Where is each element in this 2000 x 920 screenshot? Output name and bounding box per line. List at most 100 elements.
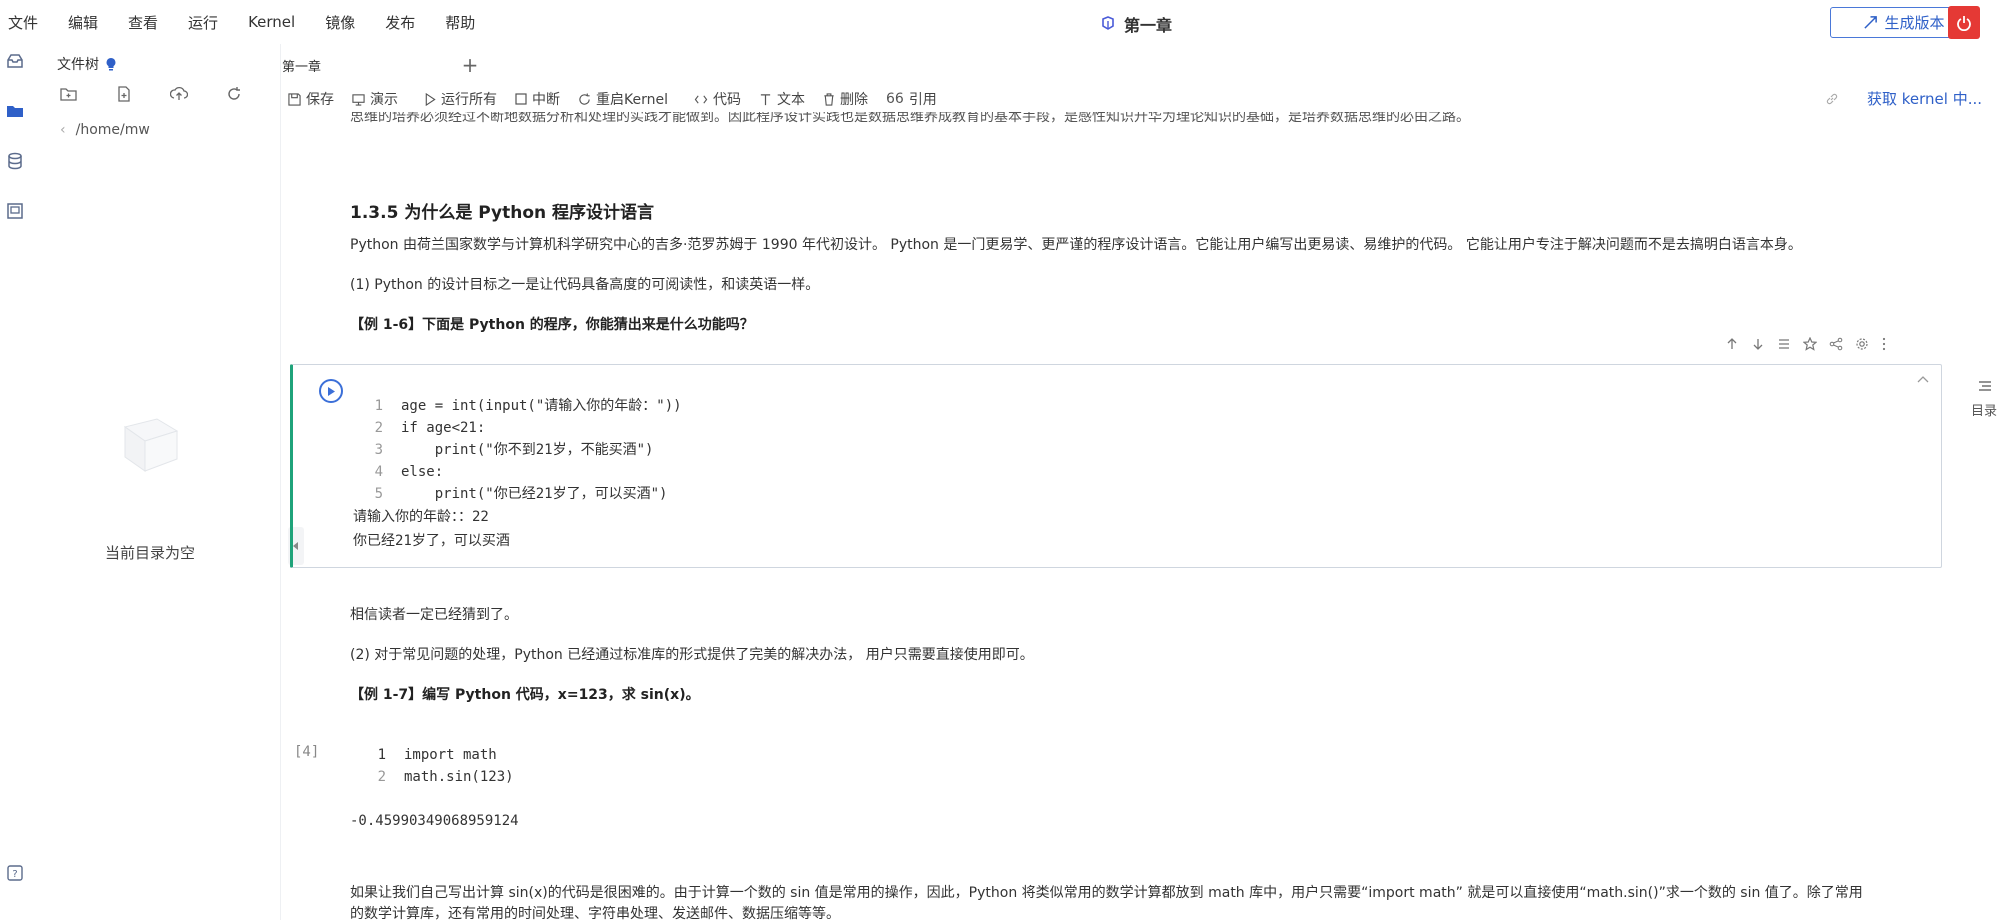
math-library-paragraph-line2: 的数学计算库，还有常用的时间处理、字符串处理、发送邮件、数据压缩等等。 xyxy=(350,906,840,920)
upload-icon[interactable] xyxy=(170,86,188,102)
menu-image[interactable]: 镜像 xyxy=(325,12,355,33)
refresh-icon[interactable] xyxy=(226,86,242,102)
output-line-result: 你已经21岁了，可以买酒 xyxy=(353,533,510,549)
move-down-icon[interactable] xyxy=(1751,337,1765,351)
restart-kernel-button[interactable]: 重启Kernel xyxy=(578,89,668,109)
share-icon[interactable] xyxy=(1829,337,1843,351)
code-line-text: math.sin(123) xyxy=(404,769,514,785)
reader-guess-paragraph: 相信读者一定已经猜到了。 xyxy=(350,607,518,623)
folder-icon[interactable] xyxy=(6,102,24,120)
run-cell-button[interactable] xyxy=(319,379,343,403)
back-chevron-icon[interactable]: ‹ xyxy=(60,122,66,138)
section-title: 1.3.5 为什么是 Python 程序设计语言 xyxy=(350,203,655,223)
code-line-text: else: xyxy=(401,464,444,480)
current-path[interactable]: ‹ /home/mw xyxy=(60,122,150,138)
cell-toolbar xyxy=(1725,337,1887,351)
menu-run[interactable]: 运行 xyxy=(188,12,218,33)
present-button[interactable]: 演示 xyxy=(352,89,398,109)
code-line-text: age = int(input("请输入你的年龄：")) xyxy=(401,398,682,414)
activity-rail: ? xyxy=(0,44,30,920)
menu-publish[interactable]: 发布 xyxy=(385,12,415,33)
file-tree-toolbar xyxy=(60,86,242,102)
play-icon xyxy=(425,92,436,106)
file-tree-title: 文件树 xyxy=(57,57,99,73)
more-icon[interactable] xyxy=(1881,337,1887,351)
line-number: 5 xyxy=(374,486,383,502)
execution-count: [4] xyxy=(294,744,320,760)
menu-help[interactable]: 帮助 xyxy=(445,12,475,33)
menu-edit[interactable]: 编辑 xyxy=(68,12,98,33)
cell-output: 请输入你的年龄：：22 你已经21岁了，可以买酒 xyxy=(353,505,510,553)
link-icon xyxy=(1826,93,1838,104)
publish-icon xyxy=(1864,16,1878,29)
stdlib-paragraph: (2) 对于常见问题的处理，Python 已经通过标准库的形式提供了完美的解决办… xyxy=(350,647,1034,663)
math-library-paragraph-line1: 如果让我们自己写出计算 sin(x)的代码是很困难的。由于计算一个数的 sin … xyxy=(350,885,1863,901)
line-number: 2 xyxy=(377,769,386,785)
present-label: 演示 xyxy=(370,92,398,108)
code-cell-active[interactable]: 1 age = int(input("请输入你的年龄：")) 2 if age<21:… xyxy=(290,364,1942,568)
kernel-status-text: 获取 kernel 中... xyxy=(1867,90,1983,108)
code-line: 3 print("你不到21岁，不能买酒") xyxy=(363,439,682,461)
example-1-7-heading: 【例 1-7】编写 Python 代码，x=123，求 sin(x)。 xyxy=(350,687,700,703)
current-path-text: /home/mw xyxy=(75,122,150,138)
toc-toggle[interactable]: 目录 xyxy=(1968,380,2000,419)
database-icon[interactable] xyxy=(6,152,24,170)
line-number: 3 xyxy=(374,442,383,458)
image-icon[interactable] xyxy=(6,202,24,220)
play-icon xyxy=(328,386,335,396)
add-code-button[interactable]: 代码 xyxy=(694,89,741,109)
kernel-status[interactable]: 获取 kernel 中... xyxy=(1826,88,1983,109)
code-line: 2 if age<21: xyxy=(363,417,682,439)
interrupt-button[interactable]: 中断 xyxy=(515,89,560,109)
save-label: 保存 xyxy=(306,92,334,108)
cite-button[interactable]: 66 引用 xyxy=(886,89,937,109)
run-all-label: 运行所有 xyxy=(441,92,497,108)
interrupt-label: 中断 xyxy=(532,92,560,108)
menubar: 文件 编辑 查看 运行 Kernel 镜像 发布 帮助 xyxy=(0,0,2000,44)
code-line: 1 age = int(input("请输入你的年龄：")) xyxy=(363,395,682,417)
svg-text:?: ? xyxy=(12,869,17,880)
code-line-text: if age<21: xyxy=(401,420,486,436)
star-icon[interactable] xyxy=(1803,337,1817,351)
tab-chapter-one[interactable]: 第一章 xyxy=(280,50,457,80)
empty-directory-text: 当前目录为空 xyxy=(105,544,196,562)
new-folder-icon[interactable] xyxy=(60,86,78,102)
file-panel: 文件树 ‹ /home/mw 当前目录为空 xyxy=(30,44,304,920)
python-intro-paragraph: Python 由荷兰国家数学与计算机科学研究中心的吉多·范罗苏姆于 1990 年… xyxy=(350,237,1802,253)
toc-label: 目录 xyxy=(1971,404,1998,419)
stop-icon xyxy=(515,93,527,105)
notebook-toolbar: 保存 演示 运行所有 中断 重启Kernel 代码 文本 删除 66 引用 xyxy=(288,86,937,112)
add-tab-icon[interactable]: + xyxy=(455,50,485,80)
power-button[interactable] xyxy=(1948,6,1980,39)
code-line: 1 import math xyxy=(366,744,514,766)
help-icon[interactable]: ? xyxy=(6,864,24,882)
code-icon xyxy=(694,94,708,104)
inbox-icon[interactable] xyxy=(6,52,24,70)
cell-2-output: -0.45990349068959124 xyxy=(350,813,519,829)
run-all-button[interactable]: 运行所有 xyxy=(424,89,497,109)
readability-paragraph: (1) Python 的设计目标之一是让代码具备高度的可阅读性，和读英语一样。 xyxy=(350,277,820,293)
insert-icon[interactable] xyxy=(1777,337,1791,351)
settings-icon[interactable] xyxy=(1855,337,1869,351)
menu-kernel[interactable]: Kernel xyxy=(248,13,295,31)
example-1-6-heading: 【例 1-6】下面是 Python 的程序，你能猜出来是什么功能吗？ xyxy=(350,317,754,333)
move-up-icon[interactable] xyxy=(1725,337,1739,351)
delete-button[interactable]: 删除 xyxy=(823,89,868,109)
save-button[interactable]: 保存 xyxy=(288,89,334,109)
code-line: 5 print("你已经21岁了，可以买酒") xyxy=(363,483,682,505)
add-text-button[interactable]: 文本 xyxy=(759,89,805,109)
notebook-icon xyxy=(1102,16,1114,30)
menu-file[interactable]: 文件 xyxy=(8,12,38,33)
new-file-icon[interactable] xyxy=(116,86,132,102)
list-icon xyxy=(1979,381,1991,391)
code-line: 4 else: xyxy=(363,461,682,483)
code-cell-2[interactable]: 1 import math 2 math.sin(123) xyxy=(366,744,514,788)
code-line-text: import math xyxy=(404,747,497,763)
text-icon xyxy=(760,93,771,105)
menu-view[interactable]: 查看 xyxy=(128,12,158,33)
bulb-icon xyxy=(106,58,116,71)
code-line-text: print("你已经21岁了，可以买酒") xyxy=(401,486,668,502)
line-number: 4 xyxy=(374,464,383,480)
empty-box-illustration xyxy=(123,418,179,472)
collapse-cell-icon[interactable] xyxy=(1917,375,1929,383)
